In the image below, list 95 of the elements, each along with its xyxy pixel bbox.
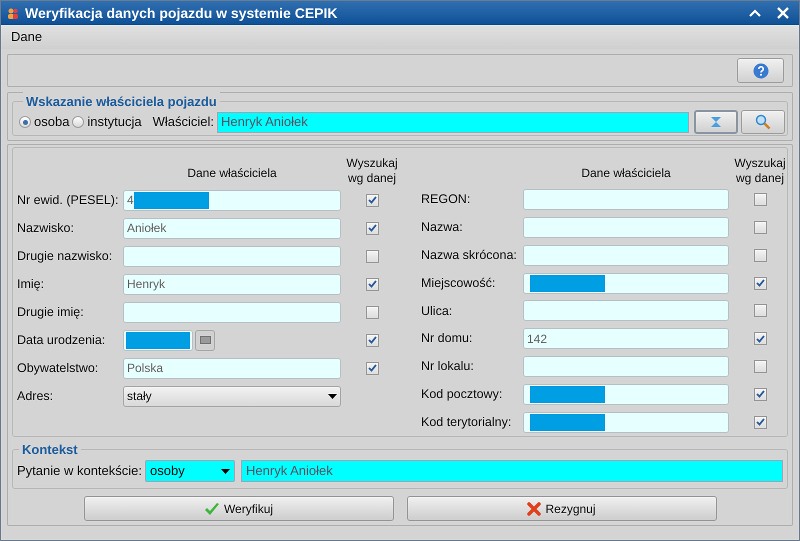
input-field[interactable] (523, 189, 729, 210)
field-value: 4 (127, 192, 134, 209)
checkbox[interactable] (754, 416, 766, 429)
field-label: Nr domu: (421, 330, 474, 348)
dialog-button[interactable]: Weryfikuj (84, 496, 394, 521)
column-header: Wyszukaj wg danej (345, 156, 399, 186)
field-label: Miejscowość: (421, 274, 496, 292)
column-header: Wyszukaj wg danej (733, 156, 787, 186)
field-value: 142 (527, 330, 548, 348)
field-value: Polska (127, 360, 164, 377)
owner-label: Właściciel: (152, 113, 214, 132)
checkmark-icon (756, 279, 764, 288)
input-field[interactable]: Aniołek (123, 218, 341, 238)
checkbox[interactable] (754, 332, 766, 346)
checkmark-icon (204, 502, 220, 516)
context-field[interactable]: Henryk Aniołek (241, 460, 783, 482)
field-label: Adres: (17, 388, 54, 405)
menu-item[interactable]: Dane (11, 27, 42, 47)
checkbox[interactable] (754, 220, 766, 234)
dialog-button[interactable]: Rezygnuj (406, 496, 716, 521)
input-field[interactable] (523, 384, 729, 405)
checkbox[interactable] (366, 278, 378, 290)
field-label: Kod pocztowy: (421, 386, 504, 403)
field-value: Henryk (127, 276, 166, 293)
dropdown-arrow-icon (328, 394, 337, 398)
input-field[interactable]: 142 (523, 328, 729, 350)
people-icon (7, 7, 19, 19)
checkmark-icon (368, 336, 376, 344)
redaction-mark (126, 332, 190, 348)
checkbox[interactable] (366, 334, 378, 346)
checkmark-icon (368, 364, 376, 372)
field-label: Drugie nazwisko: (17, 248, 114, 265)
field-label: Nazwa skrócona: (421, 246, 518, 264)
checkmark-icon (756, 334, 764, 343)
input-field[interactable]: Henryk (123, 274, 341, 294)
help-icon (752, 62, 768, 78)
help-button[interactable] (737, 58, 784, 83)
field-label: Imię: (17, 276, 46, 293)
input-field[interactable] (523, 272, 729, 294)
radio-button[interactable]: osoba (19, 112, 70, 132)
field-value: Aniołek (127, 220, 166, 237)
checkmark-icon (368, 196, 376, 204)
checkbox[interactable] (366, 194, 378, 206)
field-label: Nr lokalu: (421, 358, 475, 376)
owner-field[interactable]: Henryk Aniołek (217, 112, 690, 132)
checkbox[interactable] (366, 222, 378, 234)
search-button[interactable] (741, 110, 786, 134)
field-label: Obywatelstwo: (17, 360, 100, 377)
checkbox[interactable] (366, 362, 378, 374)
input-field[interactable] (523, 244, 729, 266)
cross-icon (527, 502, 542, 516)
checkbox[interactable] (754, 248, 766, 262)
input-field[interactable]: 4 (123, 190, 341, 210)
input-field[interactable] (123, 246, 341, 266)
input-field[interactable] (123, 302, 341, 322)
field-label: Nr ewid. (PESEL): (17, 192, 120, 209)
checkbox[interactable] (754, 360, 766, 374)
checkmark-icon (368, 280, 376, 288)
field-label: REGON: (421, 191, 472, 208)
radio-button[interactable]: instytucja (72, 112, 142, 132)
dropdown[interactable]: stały (123, 386, 341, 406)
date-field[interactable] (123, 330, 193, 350)
input-field[interactable] (523, 300, 729, 322)
field-label: Ulica: (421, 302, 454, 320)
close-icon[interactable] (777, 7, 789, 19)
search-icon (755, 114, 772, 130)
checkbox[interactable] (754, 276, 766, 290)
checkbox[interactable] (754, 193, 766, 206)
context-dropdown[interactable]: osoby (145, 460, 236, 482)
context-label: Pytanie w kontekście: (17, 462, 142, 480)
window-title: Weryfikacja danych pojazdu w systemie CEPIK (25, 4, 338, 23)
checkmark-icon (756, 418, 764, 426)
field-label: Kod terytorialny: (421, 414, 512, 431)
clear-button[interactable] (694, 110, 738, 134)
field-label: Nazwisko: (17, 220, 75, 237)
input-field[interactable] (523, 356, 729, 378)
field-label: Nazwa: (421, 219, 464, 236)
field-label: Drugie imię: (17, 304, 85, 321)
calendar-button[interactable] (195, 330, 215, 350)
checkbox[interactable] (754, 388, 766, 401)
collapse-icon[interactable] (749, 9, 761, 17)
column-header: Dane właściciela (580, 164, 672, 182)
checkbox[interactable] (366, 250, 378, 262)
section-title: Wskazanie właściciela pojazdu (23, 92, 220, 112)
input-field[interactable] (523, 412, 729, 433)
field-label: Data urodzenia: (17, 332, 106, 349)
dropdown-arrow-icon (221, 468, 230, 474)
checkbox[interactable] (754, 304, 766, 318)
hourglass-icon (710, 116, 722, 128)
checkbox[interactable] (366, 306, 378, 318)
input-field[interactable]: Polska (123, 358, 341, 378)
column-header: Dane właściciela (186, 165, 278, 182)
checkmark-icon (368, 224, 376, 232)
input-field[interactable] (523, 216, 729, 238)
checkmark-icon (756, 390, 764, 398)
